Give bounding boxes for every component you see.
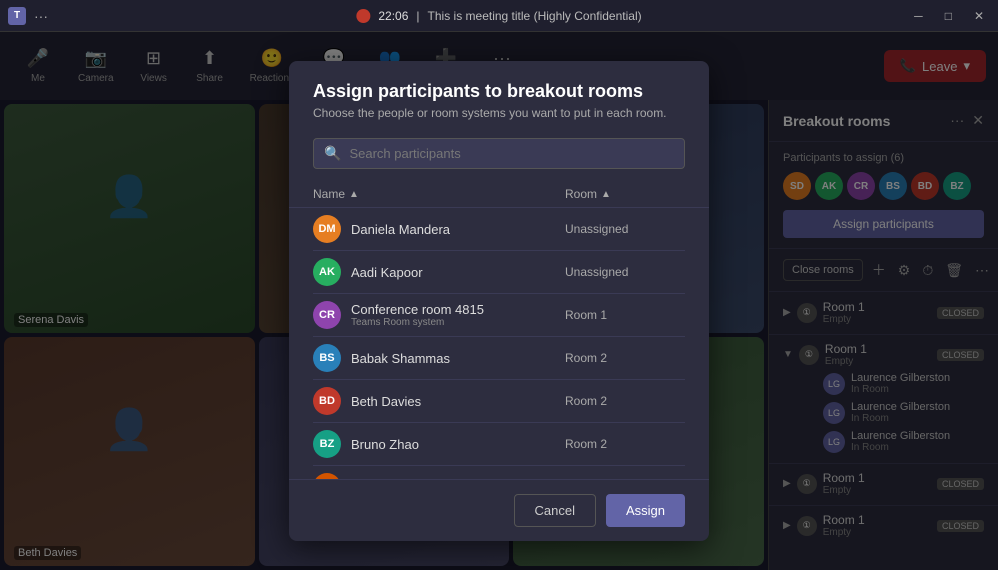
- modal-footer: Cancel Assign: [289, 479, 709, 541]
- more-options-icon[interactable]: ···: [34, 8, 48, 24]
- meeting-time: 22:06: [378, 9, 408, 23]
- participant-avatar-cr: CR: [313, 301, 341, 329]
- minimize-button[interactable]: ─: [908, 7, 929, 25]
- participant-name-3: Babak Shammas: [351, 351, 565, 366]
- assign-button[interactable]: Assign: [606, 494, 685, 527]
- col-room-label: Room: [565, 187, 597, 201]
- participant-room-2: Room 1: [565, 308, 685, 322]
- participant-row-3[interactable]: BS Babak Shammas Room 2: [313, 337, 685, 380]
- participant-avatar-bz: BZ: [313, 430, 341, 458]
- maximize-button[interactable]: □: [939, 7, 958, 25]
- modal-header: Assign participants to breakout rooms Ch…: [289, 61, 709, 138]
- participant-name-2: Conference room 4815: [351, 302, 565, 317]
- participant-row-5[interactable]: BZ Bruno Zhao Room 2: [313, 423, 685, 466]
- participant-row-6[interactable]: BW Bryan Wright Room 3: [313, 466, 685, 479]
- participant-avatar-ak: AK: [313, 258, 341, 286]
- participant-room-4: Room 2: [565, 394, 685, 408]
- cancel-button[interactable]: Cancel: [514, 494, 596, 527]
- search-bar[interactable]: 🔍: [313, 138, 685, 169]
- modal-subtitle: Choose the people or room systems you wa…: [313, 106, 685, 120]
- search-input[interactable]: [349, 146, 674, 161]
- participant-room-5: Room 2: [565, 437, 685, 451]
- participant-name-5: Bruno Zhao: [351, 437, 565, 452]
- participant-room-1: Unassigned: [565, 265, 685, 279]
- search-icon: 🔍: [324, 145, 341, 162]
- modal-title: Assign participants to breakout rooms: [313, 81, 685, 102]
- participant-sub-2: Teams Room system: [351, 317, 565, 328]
- assign-participants-modal: Assign participants to breakout rooms Ch…: [289, 61, 709, 541]
- teams-logo: T: [8, 7, 26, 25]
- col-name-sort-icon: ▲: [349, 189, 359, 200]
- title-bar: T ··· 22:06 | This is meeting title (Hig…: [0, 0, 998, 32]
- meeting-title: This is meeting title (Highly Confidenti…: [428, 9, 642, 23]
- participant-row-4[interactable]: BD Beth Davies Room 2: [313, 380, 685, 423]
- participant-avatar-bs: BS: [313, 344, 341, 372]
- participant-name-1: Aadi Kapoor: [351, 265, 565, 280]
- participant-room-3: Room 2: [565, 351, 685, 365]
- participant-name-0: Daniela Mandera: [351, 222, 565, 237]
- participant-avatar-bd: BD: [313, 387, 341, 415]
- participant-room-0: Unassigned: [565, 222, 685, 236]
- close-button[interactable]: ✕: [968, 7, 990, 25]
- modal-overlay: Assign participants to breakout rooms Ch…: [0, 32, 998, 570]
- participant-row-0[interactable]: DM Daniela Mandera Unassigned: [313, 208, 685, 251]
- col-room-sort-icon: ▲: [601, 189, 611, 200]
- participant-row-1[interactable]: AK Aadi Kapoor Unassigned: [313, 251, 685, 294]
- title-separator: |: [416, 9, 419, 23]
- participant-row-2[interactable]: CR Conference room 4815 Teams Room syste…: [313, 294, 685, 337]
- participant-name-4: Beth Davies: [351, 394, 565, 409]
- col-name-label: Name: [313, 187, 345, 201]
- participants-list: DM Daniela Mandera Unassigned AK Aadi Ka…: [289, 208, 709, 479]
- recording-indicator: [356, 9, 370, 23]
- table-header: Name ▲ Room ▲: [289, 181, 709, 208]
- participant-avatar-dm: DM: [313, 215, 341, 243]
